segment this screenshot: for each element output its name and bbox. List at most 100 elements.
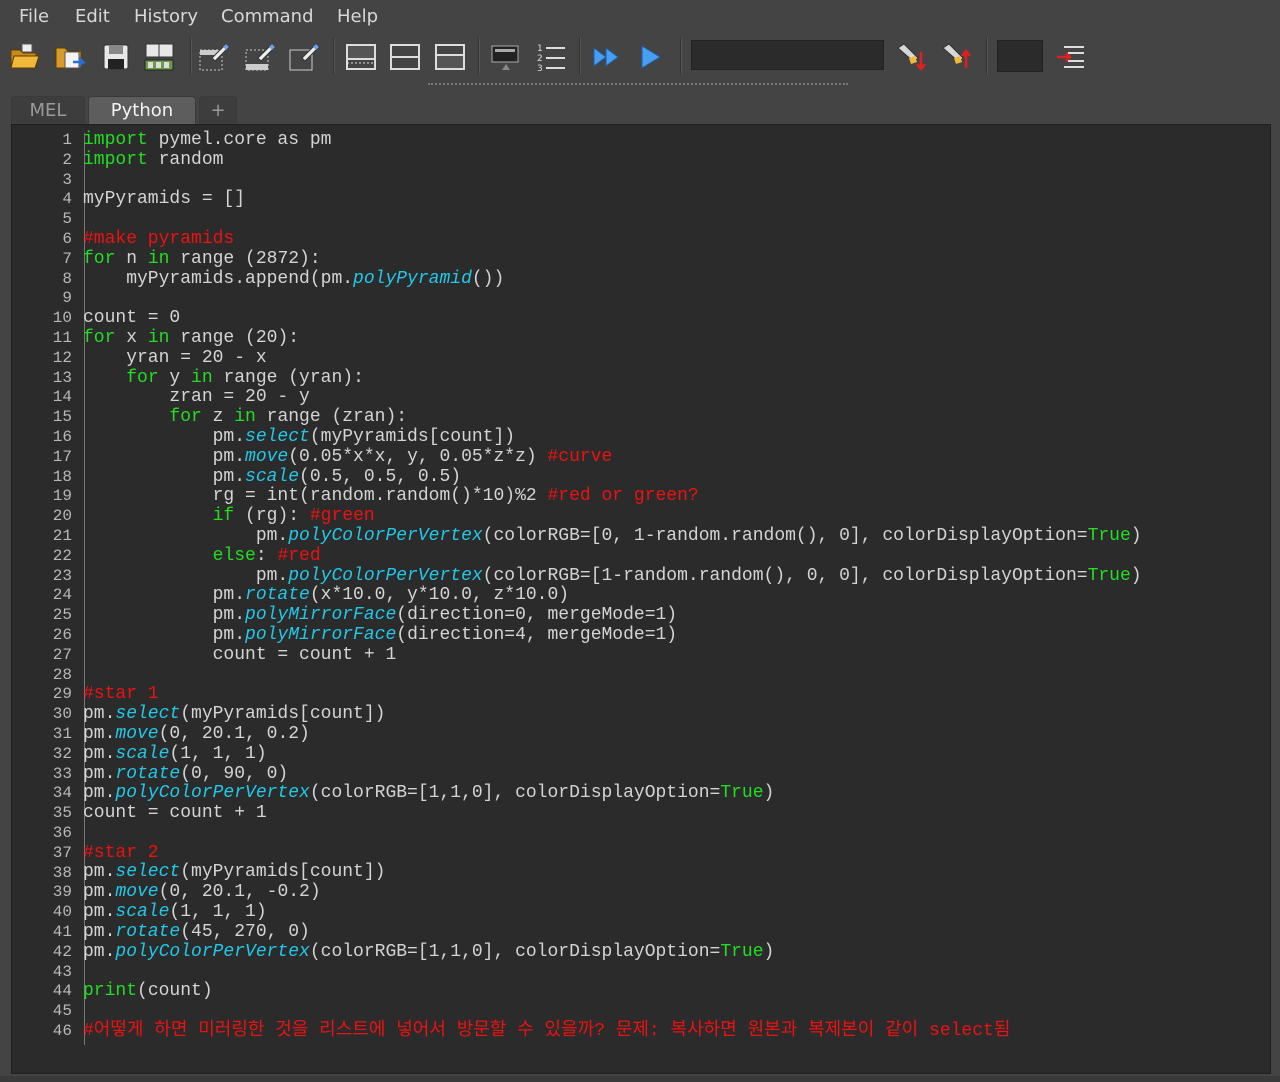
line-number: 22 bbox=[52, 546, 72, 565]
search-field[interactable] bbox=[691, 40, 884, 70]
menu-command[interactable]: Command bbox=[221, 6, 314, 27]
code-token: #red bbox=[277, 545, 321, 566]
code-token: (0, 90, 0) bbox=[180, 763, 289, 784]
code-token: pymel.core as pm bbox=[147, 130, 332, 150]
code-line: pm.polyColorPerVertex(colorRGB=[1,1,0], … bbox=[83, 941, 1270, 963]
line-number: 26 bbox=[52, 626, 72, 644]
code-line: zran = 20 - y bbox=[83, 387, 1270, 408]
line-number: 6 bbox=[62, 230, 72, 248]
line-number: 30 bbox=[52, 705, 72, 724]
toolbar-grip[interactable] bbox=[428, 83, 848, 85]
show-input-only-icon[interactable] bbox=[433, 40, 467, 74]
toolbar-separator bbox=[333, 38, 335, 74]
show-line-numbers-icon[interactable]: 123 bbox=[534, 40, 568, 74]
code-token: (myPyramids[count]) bbox=[180, 862, 386, 883]
line-number: 46 bbox=[52, 1022, 72, 1040]
menu-file[interactable]: File bbox=[19, 6, 49, 27]
code-token: for bbox=[83, 327, 116, 348]
code-line: count = 0 bbox=[83, 308, 1270, 329]
line-number: 21 bbox=[52, 527, 72, 545]
code-line: pm.select(myPyramids[count]) bbox=[83, 704, 1270, 725]
menu-history[interactable]: History bbox=[134, 6, 198, 27]
code-input-area[interactable]: import pymel.core as pmimport random​myP… bbox=[83, 130, 1270, 1042]
script-editor[interactable]: 1 2 3 4 5 6 7 8 9 10 11 12 13 14 15 16 17 18 19 20 21 22 23 24 2… bbox=[11, 124, 1271, 1074]
goto-line-field[interactable] bbox=[997, 40, 1043, 72]
code-line: myPyramids = [] bbox=[83, 189, 1270, 210]
show-history-only-icon[interactable] bbox=[344, 40, 378, 74]
toolbar: 123 bbox=[0, 36, 1280, 92]
open-script-icon[interactable] bbox=[8, 40, 42, 74]
execute-selected-icon[interactable] bbox=[634, 40, 668, 74]
code-token: pm. bbox=[83, 704, 116, 725]
code-line: for y in range (yran): bbox=[83, 367, 1270, 389]
code-token: polyColorPerVertex bbox=[288, 565, 483, 586]
code-token: True bbox=[720, 783, 764, 804]
code-line: pm.scale(1, 1, 1) bbox=[83, 902, 1270, 923]
code-token: (0, 20.1, 0.2) bbox=[158, 723, 310, 744]
code-line: pm.polyColorPerVertex(colorRGB=[1,1,0], … bbox=[83, 783, 1270, 804]
code-token: pm. bbox=[83, 902, 116, 923]
code-token: polyColorPerVertex bbox=[115, 941, 310, 962]
code-token: pm. bbox=[83, 783, 116, 804]
execute-all-icon[interactable] bbox=[590, 40, 624, 74]
code-line: pm.rotate(45, 270, 0) bbox=[83, 922, 1270, 943]
code-token: ) bbox=[763, 941, 775, 962]
code-token: pm. bbox=[83, 763, 116, 784]
save-script-to-shelf-icon[interactable] bbox=[142, 40, 176, 74]
clear-input-icon[interactable] bbox=[242, 40, 276, 74]
code-line: pm.polyColorPerVertex(colorRGB=[0, 1-ran… bbox=[83, 525, 1270, 547]
code-token: pm. bbox=[83, 585, 246, 606]
line-number: 9 bbox=[62, 289, 72, 308]
line-number: 7 bbox=[62, 249, 72, 268]
tab-python[interactable]: Python bbox=[88, 96, 196, 124]
clear-all-icon[interactable] bbox=[286, 40, 320, 74]
code-line: for x in range (20): bbox=[83, 327, 1270, 349]
save-script-icon[interactable] bbox=[99, 40, 133, 74]
show-both-panels-icon[interactable] bbox=[388, 40, 422, 74]
code-token: select bbox=[115, 704, 181, 725]
line-number: 33 bbox=[52, 764, 72, 783]
code-token: for bbox=[126, 367, 159, 388]
code-token: pm. bbox=[83, 605, 246, 626]
line-number: 19 bbox=[52, 487, 72, 506]
code-token: select bbox=[115, 862, 181, 883]
code-line: #make pyramids bbox=[83, 228, 1270, 250]
code-token: #make pyramids bbox=[83, 228, 235, 249]
code-token: zran = 20 - y bbox=[83, 387, 310, 408]
code-token: rotate bbox=[115, 763, 181, 784]
code-line: ​ bbox=[83, 1002, 1270, 1022]
clear-history-icon[interactable] bbox=[196, 40, 230, 74]
code-token: rotate bbox=[245, 585, 310, 606]
code-line: if (rg): #green bbox=[83, 506, 1270, 527]
code-token: if bbox=[212, 506, 235, 527]
menu-edit[interactable]: Edit bbox=[75, 6, 110, 27]
source-script-icon[interactable] bbox=[53, 40, 87, 74]
code-line: pm.move(0.05*x*x, y, 0.05*z*z) #curve bbox=[83, 446, 1270, 468]
code-token: range (2872): bbox=[169, 248, 321, 269]
menu-help[interactable]: Help bbox=[337, 6, 378, 27]
code-token: pm. bbox=[83, 525, 289, 546]
code-line: for n in range (2872): bbox=[83, 248, 1270, 270]
tab-add[interactable]: + bbox=[199, 96, 237, 124]
code-token: ) bbox=[1130, 565, 1142, 586]
code-line: ​ bbox=[83, 289, 1270, 309]
code-line: pm.scale(1, 1, 1) bbox=[83, 744, 1270, 765]
code-token: count = count + 1 bbox=[83, 803, 267, 824]
search-up-icon[interactable] bbox=[940, 40, 974, 74]
search-down-icon[interactable] bbox=[895, 40, 929, 74]
code-line: else: #red bbox=[83, 545, 1270, 567]
echo-all-commands-icon[interactable] bbox=[488, 40, 522, 74]
code-line: pm.move(0, 20.1, 0.2) bbox=[83, 723, 1270, 745]
line-number: 16 bbox=[52, 428, 72, 446]
goto-line-icon[interactable] bbox=[1054, 40, 1088, 74]
code-token: #curve bbox=[547, 446, 613, 467]
toolbar-separator bbox=[478, 38, 480, 74]
line-number: 38 bbox=[52, 863, 72, 882]
line-number: 11 bbox=[52, 329, 72, 347]
tab-mel[interactable]: MEL bbox=[11, 96, 85, 124]
code-token: pm. bbox=[83, 882, 116, 903]
code-line: ​ bbox=[83, 210, 1270, 230]
code-token: (0.05*x*x, y, 0.05*z*z) bbox=[288, 446, 548, 467]
